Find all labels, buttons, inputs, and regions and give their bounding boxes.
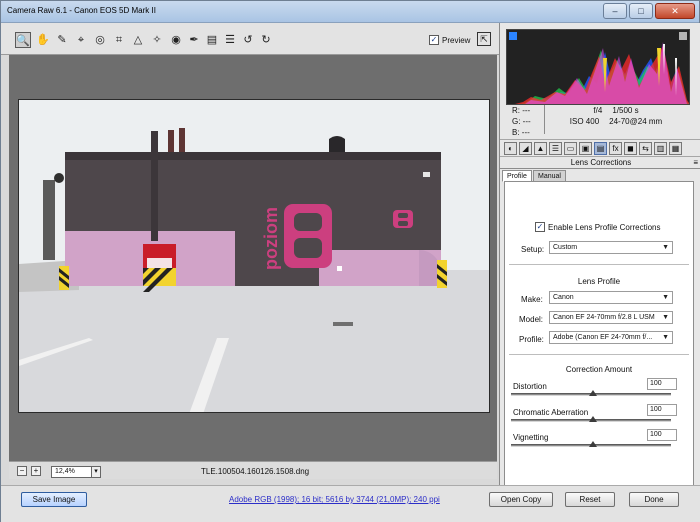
window-title: Camera Raw 6.1 - Canon EOS 5D Mark II xyxy=(7,6,156,15)
divider-1 xyxy=(509,264,689,265)
save-image-button[interactable]: Save Image xyxy=(21,492,87,507)
adjustment-brush-icon[interactable]: ✒ xyxy=(186,32,202,48)
lens-tab-icon[interactable]: ▤ xyxy=(594,142,607,155)
split-toning-panel-icon[interactable]: ▭ xyxy=(564,142,577,155)
setup-dropdown[interactable]: Custom ▼ xyxy=(549,241,673,254)
maximize-button[interactable]: □ xyxy=(629,3,653,19)
distortion-slider-thumb[interactable] xyxy=(589,390,597,396)
profile-value: Adobe (Canon EF 24-70mm f/... xyxy=(553,334,653,341)
enable-profile-checkbox[interactable]: ✓ xyxy=(535,222,545,232)
lens-profile-heading: Lens Profile xyxy=(577,277,621,286)
lens-corrections-title: Lens Corrections xyxy=(570,158,632,167)
chromatic-aberration-label: Chromatic Aberration xyxy=(513,408,589,417)
rotate-left-icon[interactable]: ↺ xyxy=(240,32,256,48)
settings-panel-icon[interactable]: ▦ xyxy=(669,142,682,155)
green-value: G: --- xyxy=(512,117,531,126)
chromatic-aberration-slider-thumb[interactable] xyxy=(589,416,597,422)
divider-2 xyxy=(509,354,689,355)
zoom-in-button[interactable]: + xyxy=(31,466,41,476)
bottom-bar: Save Image Adobe RGB (1998); 16 bit; 561… xyxy=(1,485,700,522)
zoom-out-button[interactable]: − xyxy=(17,466,27,476)
enable-profile-label: Enable Lens Profile Corrections xyxy=(548,222,661,232)
red-value: R: --- xyxy=(512,106,531,115)
histogram-svg xyxy=(515,42,689,104)
right-panel: R: --- G: --- B: --- f/4 1/500 s ISO 400… xyxy=(499,23,700,497)
hsl-panel-icon[interactable]: ☰ xyxy=(549,142,562,155)
zoom-dropdown-icon[interactable]: ▾ xyxy=(91,466,101,478)
preview-label: Preview xyxy=(442,35,471,45)
status-bar: − + 12,4% ▾ TLE.100504.160126.1508.dng xyxy=(9,461,497,479)
make-value: Canon xyxy=(553,294,574,301)
open-copy-button[interactable]: Open Copy xyxy=(489,492,553,507)
straighten-icon[interactable]: △ xyxy=(130,32,146,48)
close-button[interactable]: ✕ xyxy=(655,3,695,19)
vignetting-slider-thumb[interactable] xyxy=(589,441,597,447)
shadow-clipping-icon[interactable] xyxy=(509,32,517,40)
zoom-icon[interactable]: 🔍 xyxy=(15,32,31,48)
fullscreen-icon[interactable]: ⇱ xyxy=(477,32,491,46)
highlight-clipping-icon[interactable] xyxy=(679,32,687,40)
target-adjust-icon[interactable]: ◎ xyxy=(92,32,108,48)
detail-panel-icon[interactable]: ▲ xyxy=(534,142,547,155)
panel-icon-tabs: ◐ ◢ ▲ ☰ ▭ ▣ ▤ fx ◼ ⇆ ▥ ▦ xyxy=(500,139,700,157)
make-dropdown[interactable]: Canon ▼ xyxy=(549,291,673,304)
preferences-icon[interactable]: ☰ xyxy=(222,32,238,48)
panel-menu-icon[interactable]: ≡ xyxy=(693,157,698,169)
distortion-label: Distortion xyxy=(513,382,547,391)
workflow-options-link[interactable]: Adobe RGB (1998); 16 bit; 5616 by 3744 (… xyxy=(229,495,440,504)
photo-svg: poziom xyxy=(19,100,489,412)
tone-curve-panel-icon[interactable]: ◢ xyxy=(519,142,532,155)
model-label: Model: xyxy=(519,315,544,324)
reset-button[interactable]: Reset xyxy=(565,492,615,507)
model-dropdown[interactable]: Canon EF 24-70mm f/2.8 L USM ▼ xyxy=(549,311,673,324)
profile-dropdown[interactable]: Adobe (Canon EF 24-70mm f/... ▼ xyxy=(549,331,673,344)
red-eye-icon[interactable]: ◉ xyxy=(168,32,184,48)
preview-checkbox[interactable]: ✓ xyxy=(429,35,439,45)
correction-amount-heading: Correction Amount xyxy=(565,365,633,374)
aperture-value: f/4 xyxy=(593,106,603,115)
vignetting-label: Vignetting xyxy=(513,433,549,442)
setup-label: Setup: xyxy=(521,245,545,254)
chromatic-aberration-field[interactable]: 100 xyxy=(647,404,677,416)
setup-value: Custom xyxy=(553,244,578,251)
distortion-field[interactable]: 100 xyxy=(647,378,677,390)
rotate-right-icon[interactable]: ↻ xyxy=(258,32,274,48)
basic-panel-icon[interactable]: ◐ xyxy=(504,142,517,155)
make-label: Make: xyxy=(521,295,543,304)
file-name: TLE.100504.160126.1508.dng xyxy=(201,467,310,476)
iso-value: ISO 400 xyxy=(569,117,600,126)
shutter-value: 1/500 s xyxy=(612,106,639,115)
effects-panel-icon[interactable]: fx xyxy=(609,142,622,155)
spot-removal-icon[interactable]: ✧ xyxy=(149,32,165,48)
crop-icon[interactable]: ⌗ xyxy=(111,32,127,48)
white-balance-icon[interactable]: ✎ xyxy=(54,32,70,48)
minimize-button[interactable]: – xyxy=(603,3,627,19)
histogram xyxy=(506,29,690,105)
title-bar: Camera Raw 6.1 - Canon EOS 5D Mark II – … xyxy=(1,1,699,23)
wall-lettering: poziom xyxy=(261,207,281,270)
model-value: Canon EF 24-70mm f/2.8 L USM xyxy=(553,314,655,321)
hand-icon[interactable]: ✋ xyxy=(35,32,51,48)
snapshots-panel-icon[interactable]: ▥ xyxy=(654,142,667,155)
vignetting-field[interactable]: 100 xyxy=(647,429,677,441)
camera-settings: f/4 1/500 s ISO 400 24-70@24 mm xyxy=(556,105,676,127)
readout-divider xyxy=(544,105,545,134)
rgb-readout: R: --- G: --- B: --- xyxy=(512,105,531,138)
camera-calibration-panel-icon[interactable]: ◼ xyxy=(624,142,637,155)
camera-raw-window: Camera Raw 6.1 - Canon EOS 5D Mark II – … xyxy=(0,0,700,522)
done-button[interactable]: Done xyxy=(629,492,679,507)
lens-profile-panel: ✓ Enable Lens Profile Corrections Setup:… xyxy=(504,181,694,492)
graduated-filter-icon[interactable]: ▤ xyxy=(204,32,220,48)
profile-label: Profile: xyxy=(519,335,544,344)
presets-panel-icon[interactable]: ⇆ xyxy=(639,142,652,155)
lens-corrections-panel-icon[interactable]: ▣ xyxy=(579,142,592,155)
lens-value: 24-70@24 mm xyxy=(609,117,663,126)
blue-value: B: --- xyxy=(512,128,530,137)
photo-preview[interactable]: poziom xyxy=(18,99,490,413)
window-controls: – □ ✕ xyxy=(603,3,695,19)
enable-profile-correction[interactable]: ✓ Enable Lens Profile Corrections xyxy=(535,222,661,232)
preview-toggle[interactable]: ✓ Preview xyxy=(429,35,470,45)
color-sampler-icon[interactable]: ⌖ xyxy=(73,32,89,48)
panel-title: Lens Corrections ≡ xyxy=(500,157,700,169)
